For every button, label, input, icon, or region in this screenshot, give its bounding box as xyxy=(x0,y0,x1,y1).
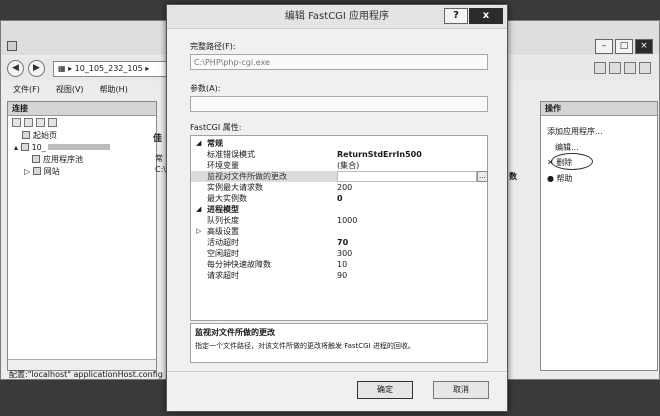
tree-app-pools[interactable]: 应用程序池 xyxy=(8,154,156,166)
connect-server-icon[interactable] xyxy=(48,118,57,127)
row-env-vars[interactable]: 环境变量 (集合) xyxy=(191,160,487,171)
address-bar[interactable]: ▦ ▸ 10_105_232_105 ▸ xyxy=(53,61,171,77)
save-icon[interactable] xyxy=(24,118,33,127)
category-process-model[interactable]: ◢ 进程模型 xyxy=(191,204,487,215)
browse-ellipsis-button[interactable]: ... xyxy=(477,171,488,182)
button-separator xyxy=(167,371,507,372)
description-text: 指定一个文件路径，对该文件所做的更改将触发 FastCGI 进程的回收。 xyxy=(195,342,415,350)
row-max-instances[interactable]: 最大实例数 0 xyxy=(191,193,487,204)
redacted-block xyxy=(47,144,110,150)
property-description: 监视对文件所做的更改 指定一个文件路径，对该文件所做的更改将触发 FastCGI… xyxy=(190,323,488,363)
ok-button[interactable]: 确定 xyxy=(357,381,413,399)
row-advanced-settings[interactable]: ▷ 高级设置 xyxy=(191,226,487,237)
back-icon[interactable]: ◀ xyxy=(7,60,24,77)
action-delete[interactable]: ✕ 删除 xyxy=(547,157,572,168)
app-pool-icon xyxy=(32,155,40,163)
row-stderr-mode[interactable]: 标准错误模式 ReturnStdErrIn500 xyxy=(191,149,487,160)
cell-path: C:\ xyxy=(155,165,166,174)
full-path-field[interactable] xyxy=(190,54,488,70)
action-add-app[interactable]: 添加应用程序... xyxy=(547,126,603,137)
expand-icon[interactable]: ▷ xyxy=(24,167,33,176)
actions-title: 操作 xyxy=(541,102,657,116)
window-controls: – □ × xyxy=(595,39,653,54)
center-label: 佳 xyxy=(153,134,163,144)
description-title: 监视对文件所做的更改 xyxy=(195,328,275,337)
action-edit[interactable]: 编辑... xyxy=(555,142,579,153)
server-icon: ▦ ▸ xyxy=(58,64,75,73)
connections-pane: 连接 起始页 ▴ 10_ 应用程序池 ▷ 网站 xyxy=(7,101,157,371)
help-circle-icon: ● xyxy=(547,174,557,183)
full-path-label: 完整路径(F): xyxy=(190,42,236,51)
arguments-label: 参数(A): xyxy=(190,84,221,93)
home-icon[interactable] xyxy=(624,62,636,74)
arguments-field[interactable] xyxy=(190,96,488,112)
fastcgi-properties-label: FastCGI 属性: xyxy=(190,123,242,132)
row-monitor-changes[interactable]: 监视对文件所做的更改 ... xyxy=(191,171,488,182)
stop-icon[interactable] xyxy=(609,62,621,74)
collapse-triangle-icon[interactable]: ◢ xyxy=(196,204,201,215)
server-node-icon xyxy=(20,143,29,151)
column-header-edge: 数 xyxy=(509,172,517,181)
menu-bar: 文件(F) 视图(V) 帮助(H) xyxy=(1,83,171,97)
row-max-requests[interactable]: 实例最大请求数 200 xyxy=(191,182,487,193)
cancel-button[interactable]: 取消 xyxy=(433,381,489,399)
start-page-icon xyxy=(22,131,30,139)
action-help[interactable]: ● 帮助 xyxy=(547,173,573,184)
tree-start-page[interactable]: 起始页 xyxy=(8,130,156,142)
tree-sites[interactable]: ▷ 网站 xyxy=(8,166,156,178)
column-header: 常 xyxy=(155,154,163,163)
breadcrumb-chevron-icon: ▸ xyxy=(142,64,150,73)
collapse-triangle-icon[interactable]: ◢ xyxy=(196,138,201,149)
tree-server[interactable]: ▴ 10_ xyxy=(8,142,156,154)
delete-icon: ✕ xyxy=(547,158,557,167)
refresh-icon[interactable] xyxy=(594,62,606,74)
actions-pane: 操作 添加应用程序... 编辑... ✕ 删除 ● 帮助 xyxy=(540,101,658,371)
edit-fastcgi-dialog: 编辑 FastCGI 应用程序 ? x 完整路径(F): 参数(A): Fast… xyxy=(166,4,508,412)
menu-view[interactable]: 视图(V) xyxy=(56,83,84,97)
menu-file[interactable]: 文件(F) xyxy=(13,83,40,97)
dialog-help-button[interactable]: ? xyxy=(444,8,468,24)
row-activity-timeout[interactable]: 活动超时 70 xyxy=(191,237,487,248)
row-queue-length[interactable]: 队列长度 1000 xyxy=(191,215,487,226)
close-window-button[interactable]: × xyxy=(635,39,653,54)
maximize-button[interactable]: □ xyxy=(615,39,633,54)
minimize-button[interactable]: – xyxy=(595,39,613,54)
row-idle-timeout[interactable]: 空闲超时 300 xyxy=(191,248,487,259)
status-bar: 配置:"localhost" applicationHost.config xyxy=(9,370,163,379)
address-text: 10_105_232_105 xyxy=(74,64,143,73)
connections-title: 连接 xyxy=(8,102,156,116)
row-request-timeout[interactable]: 请求超时 90 xyxy=(191,270,487,281)
row-rapid-fails[interactable]: 每分钟快速故障数 10 xyxy=(191,259,487,270)
monitor-value-input[interactable] xyxy=(337,171,477,182)
connect-icon[interactable] xyxy=(12,118,21,127)
menu-help[interactable]: 帮助(H) xyxy=(100,83,128,97)
category-general[interactable]: ◢ 常规 xyxy=(191,138,487,149)
property-grid: ◢ 常规 标准错误模式 ReturnStdErrIn500 环境变量 (集合) … xyxy=(190,135,488,321)
app-icon xyxy=(7,41,17,51)
help-icon[interactable] xyxy=(639,62,651,74)
connections-toolbar xyxy=(8,116,156,130)
sites-icon xyxy=(32,167,41,175)
expand-triangle-icon[interactable]: ▷ xyxy=(196,226,201,237)
up-icon[interactable] xyxy=(36,118,45,127)
forward-icon[interactable]: ▶ xyxy=(28,60,45,77)
dialog-close-button[interactable]: x xyxy=(469,8,503,24)
toolbar-icons xyxy=(594,62,651,74)
